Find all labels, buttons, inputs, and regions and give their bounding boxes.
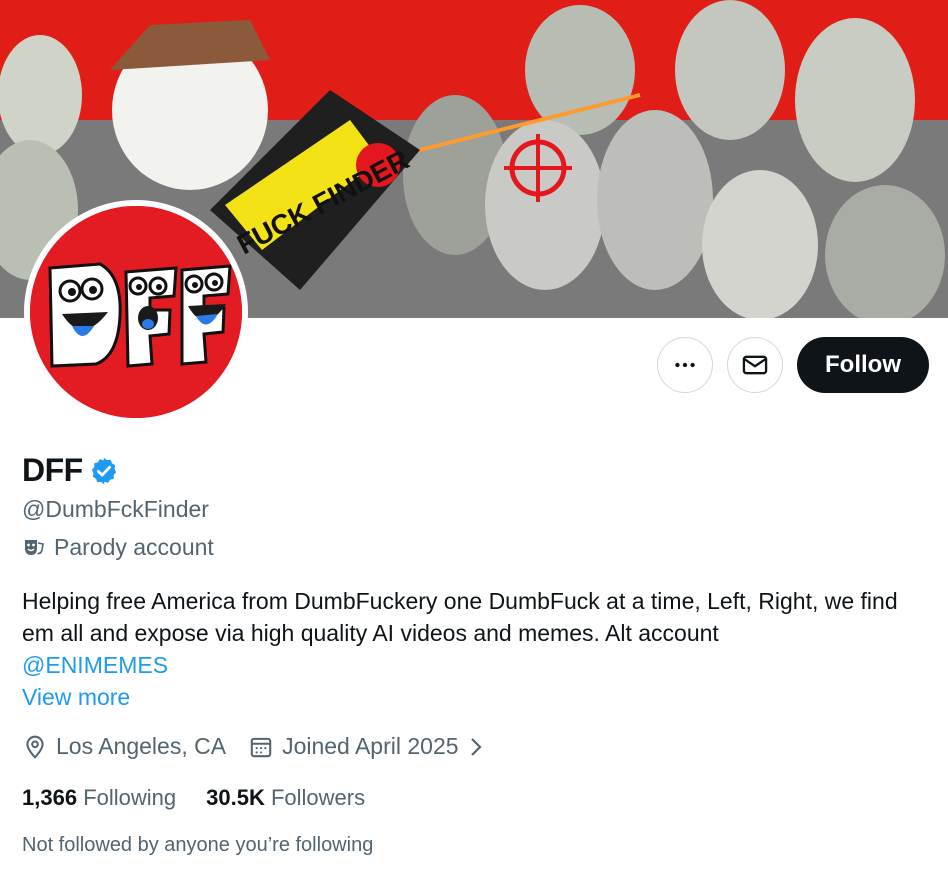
followers-stat[interactable]: 30.5K Followers: [206, 785, 365, 811]
message-button[interactable]: [727, 337, 784, 393]
more-horizontal-icon: [675, 362, 695, 368]
profile-meta: Los Angeles, CA Joined April 2025: [22, 733, 507, 760]
location-pin-icon: [26, 735, 44, 759]
calendar-icon: [250, 737, 272, 757]
parody-label: Parody account: [22, 534, 214, 561]
handle: @DumbFckFinder: [22, 496, 209, 522]
follow-stats: 1,366 Following 30.5K Followers: [22, 785, 365, 811]
avatar-logo: [30, 206, 242, 418]
envelope-icon: [742, 355, 768, 375]
following-stat[interactable]: 1,366 Following: [22, 785, 176, 811]
following-label: Following: [83, 785, 177, 810]
name-row: DFF: [22, 452, 119, 489]
joined-text: Joined April 2025: [282, 733, 459, 759]
verified-badge-icon[interactable]: [89, 456, 119, 486]
theater-masks-icon: [25, 539, 44, 555]
avatar[interactable]: [30, 206, 242, 418]
profile-actions: Follow: [657, 337, 929, 393]
view-more-link[interactable]: View more: [22, 684, 130, 711]
location-item: Los Angeles, CA: [22, 733, 226, 760]
following-count: 1,366: [22, 785, 78, 810]
chevron-right-icon: [470, 737, 482, 756]
followers-count: 30.5K: [206, 785, 265, 810]
bio-text: Helping free America from DumbFuckery on…: [22, 588, 898, 646]
bio: Helping free America from DumbFuckery on…: [22, 585, 927, 681]
location-text: Los Angeles, CA: [56, 733, 227, 759]
display-name: DFF: [22, 452, 83, 488]
joined-item[interactable]: Joined April 2025: [248, 733, 484, 760]
followers-label: Followers: [270, 785, 366, 810]
follow-button[interactable]: Follow: [797, 337, 929, 393]
bio-mention-link[interactable]: @ENIMEMES: [22, 649, 927, 681]
social-context: Not followed by anyone you’re following: [22, 834, 374, 856]
parody-label-text: Parody account: [54, 534, 214, 560]
more-button[interactable]: [657, 337, 714, 393]
